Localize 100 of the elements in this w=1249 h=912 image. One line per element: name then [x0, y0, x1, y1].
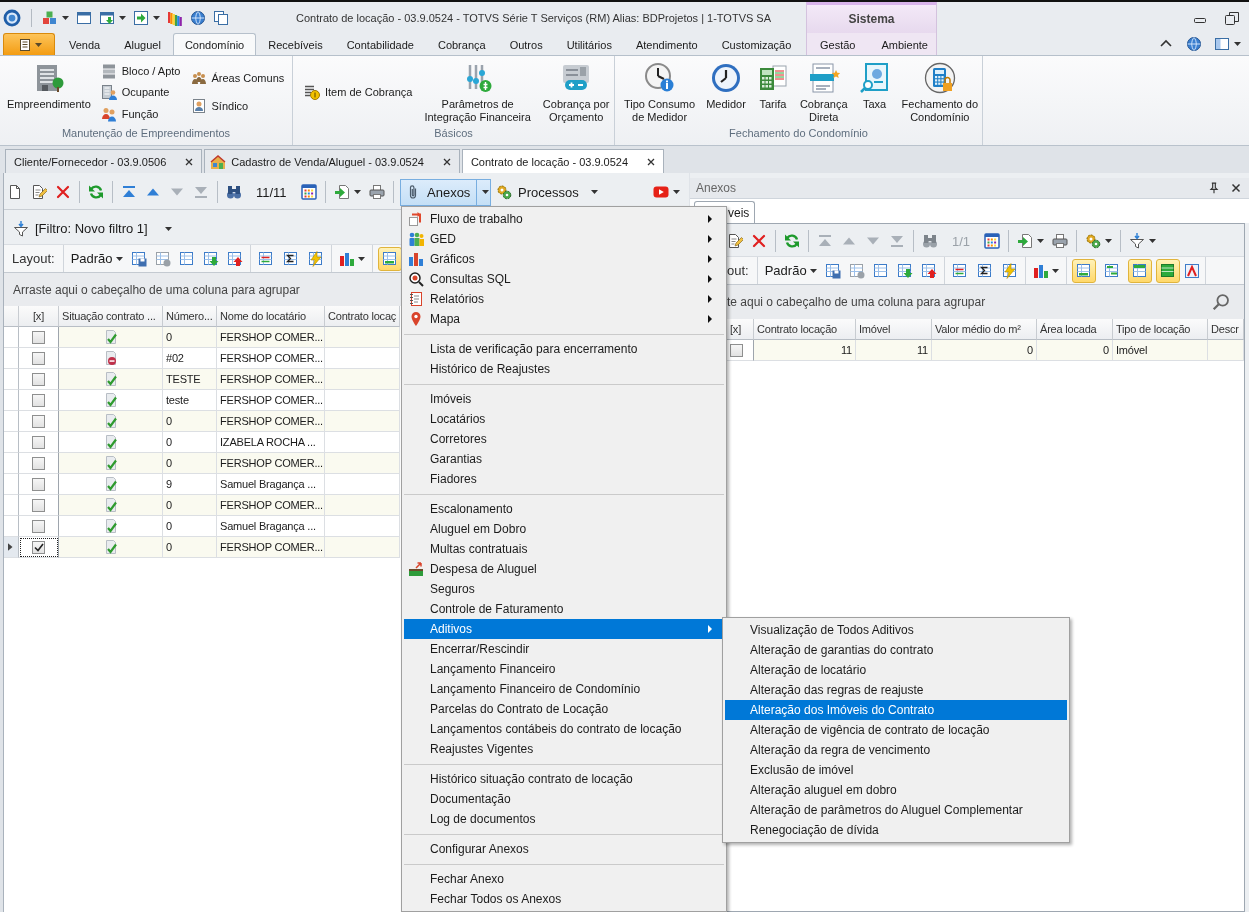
- menu-item[interactable]: Consultas SQL: [404, 269, 724, 289]
- column-header[interactable]: Descr: [1208, 319, 1244, 340]
- column-header[interactable]: Imóvel: [856, 319, 932, 340]
- caret-down-icon[interactable]: [1051, 268, 1059, 273]
- table-export-icon[interactable]: [226, 250, 243, 267]
- ribbon-button[interactable]: Função: [97, 103, 184, 124]
- application-menu-button[interactable]: [3, 33, 55, 55]
- pin-icon[interactable]: [1207, 181, 1221, 195]
- new-document-icon[interactable]: [7, 184, 23, 200]
- caret-down-icon[interactable]: [153, 15, 160, 20]
- menu-item[interactable]: Lançamento Financeiro de Condomínio: [404, 679, 724, 699]
- caret-down-icon[interactable]: [1037, 239, 1045, 243]
- ribbon-button[interactable]: Cobrança por Orçamento: [539, 59, 613, 124]
- close-icon[interactable]: [1229, 181, 1243, 195]
- checkbox[interactable]: [32, 498, 45, 512]
- binoculars-icon[interactable]: [226, 184, 242, 200]
- column-header[interactable]: Contrato locaç: [325, 306, 400, 327]
- window-icon[interactable]: [76, 9, 92, 26]
- menu-item[interactable]: Mapa: [404, 309, 724, 329]
- menu-item[interactable]: Log de documentos: [404, 809, 724, 829]
- menu-item[interactable]: Alteração de parâmetros do Aluguel Complementar: [725, 800, 1067, 820]
- table-import-icon[interactable]: [896, 262, 913, 279]
- column-header[interactable]: Número...: [163, 306, 217, 327]
- checkbox[interactable]: [32, 372, 45, 386]
- caret-down-icon[interactable]: [115, 256, 123, 261]
- table-icon[interactable]: [872, 262, 889, 279]
- menu-item[interactable]: Visualização de Todos Aditivos: [725, 620, 1067, 640]
- palette-icon[interactable]: [167, 9, 183, 26]
- view-toggle-button[interactable]: [1127, 258, 1152, 283]
- checkbox[interactable]: [32, 414, 45, 428]
- menu-item[interactable]: Lançamento Financeiro: [404, 659, 724, 679]
- table-bolt-icon[interactable]: [1001, 262, 1018, 279]
- export-icon[interactable]: [1017, 233, 1034, 249]
- menu-item[interactable]: Alteração da regra de vencimento: [725, 740, 1067, 760]
- menu-item[interactable]: Alteração de garantias do contrato: [725, 640, 1067, 660]
- restore-icon[interactable]: [1224, 9, 1240, 26]
- ribbon-button[interactable]: Síndico: [187, 96, 288, 117]
- menu-item[interactable]: Locatários: [404, 409, 724, 429]
- menu-item[interactable]: Parcelas do Contrato de Locação: [404, 699, 724, 719]
- checkbox[interactable]: [32, 456, 45, 470]
- caret-down-icon[interactable]: [119, 15, 126, 20]
- first-record-icon[interactable]: [121, 184, 137, 200]
- copy-icon[interactable]: [213, 9, 229, 26]
- menu-item[interactable]: Gráficos: [404, 249, 724, 269]
- ribbon-tab[interactable]: Utilitários: [554, 33, 624, 55]
- menu-item[interactable]: Documentação: [404, 789, 724, 809]
- caret-down-icon[interactable]: [357, 256, 365, 261]
- ribbon-tab[interactable]: Atendimento: [623, 33, 710, 55]
- ribbon-button[interactable]: Fechamento do Condomínio: [898, 59, 981, 124]
- ribbon-tab[interactable]: Gestão: [807, 33, 869, 55]
- delete-layout-icon[interactable]: [154, 250, 171, 267]
- print-icon[interactable]: [1052, 233, 1069, 249]
- menu-item[interactable]: Fluxo de trabalho: [404, 209, 724, 229]
- refresh-icon[interactable]: [88, 184, 104, 200]
- ribbon-tab[interactable]: Customização: [709, 33, 804, 55]
- arrow-box-icon[interactable]: [133, 9, 149, 26]
- panel-layout-icon[interactable]: [1214, 36, 1230, 52]
- checkbox[interactable]: [32, 435, 45, 449]
- checkbox[interactable]: [32, 393, 45, 407]
- menu-item[interactable]: Encerrar/Rescindir: [404, 639, 724, 659]
- menu-item[interactable]: Configurar Anexos: [404, 839, 724, 859]
- checkbox[interactable]: [730, 343, 743, 357]
- column-header[interactable]: Contrato locação: [754, 319, 856, 340]
- table-export-icon[interactable]: [920, 262, 937, 279]
- column-header[interactable]: [x]: [727, 319, 754, 340]
- caret-down-icon[interactable]: [1234, 42, 1241, 46]
- dropdown-button[interactable]: Anexos: [400, 178, 491, 206]
- dropdown-button[interactable]: Processos: [491, 178, 597, 206]
- ribbon-tab[interactable]: Venda: [57, 33, 113, 55]
- column-header[interactable]: [x]: [19, 306, 59, 327]
- ribbon-button[interactable]: Tipo Consumo de Medidor: [621, 59, 699, 124]
- checkbox[interactable]: [32, 351, 45, 365]
- ribbon-tab[interactable]: Ambiente: [868, 33, 941, 55]
- ribbon-button[interactable]: Tarifa: [753, 59, 792, 111]
- menu-item[interactable]: Alteração de vigência de contrato de locação: [725, 720, 1067, 740]
- table-bolt-icon[interactable]: [307, 250, 324, 267]
- column-header[interactable]: Tipo de locação: [1113, 319, 1208, 340]
- menu-item[interactable]: Alteração aluguel em dobro: [725, 780, 1067, 800]
- checkbox[interactable]: [32, 540, 45, 554]
- menu-item[interactable]: Seguros: [404, 579, 724, 599]
- delete-icon[interactable]: [55, 184, 71, 200]
- ribbon-tab[interactable]: Aluguel: [112, 33, 173, 55]
- menu-item[interactable]: Corretores: [404, 429, 724, 449]
- menu-item[interactable]: Despesa de Aluguel: [404, 559, 724, 579]
- layout-preset-dropdown[interactable]: Padrão: [70, 251, 123, 266]
- menu-item[interactable]: Alteração das regras de reajuste: [725, 680, 1067, 700]
- edit-document-icon[interactable]: [727, 233, 743, 249]
- column-header[interactable]: Nome do locatário: [217, 306, 325, 327]
- checkbox[interactable]: [32, 330, 45, 344]
- ribbon-button[interactable]: Cobrança Direta: [796, 59, 851, 124]
- caret-down-icon[interactable]: [809, 268, 817, 273]
- menu-item[interactable]: Exclusão de imóvel: [725, 760, 1067, 780]
- refresh-icon[interactable]: [784, 233, 800, 249]
- globe-icon[interactable]: [190, 9, 206, 26]
- menu-item[interactable]: Lançamentos contábeis do contrato de locação: [404, 719, 724, 739]
- ribbon-tab[interactable]: Condomínio: [172, 33, 257, 55]
- ribbon-button[interactable]: Item de Cobrança: [301, 82, 416, 102]
- table-sum-icon[interactable]: [976, 262, 993, 279]
- calendar-grid-icon[interactable]: [300, 184, 317, 200]
- menu-item[interactable]: Multas contratuais: [404, 539, 724, 559]
